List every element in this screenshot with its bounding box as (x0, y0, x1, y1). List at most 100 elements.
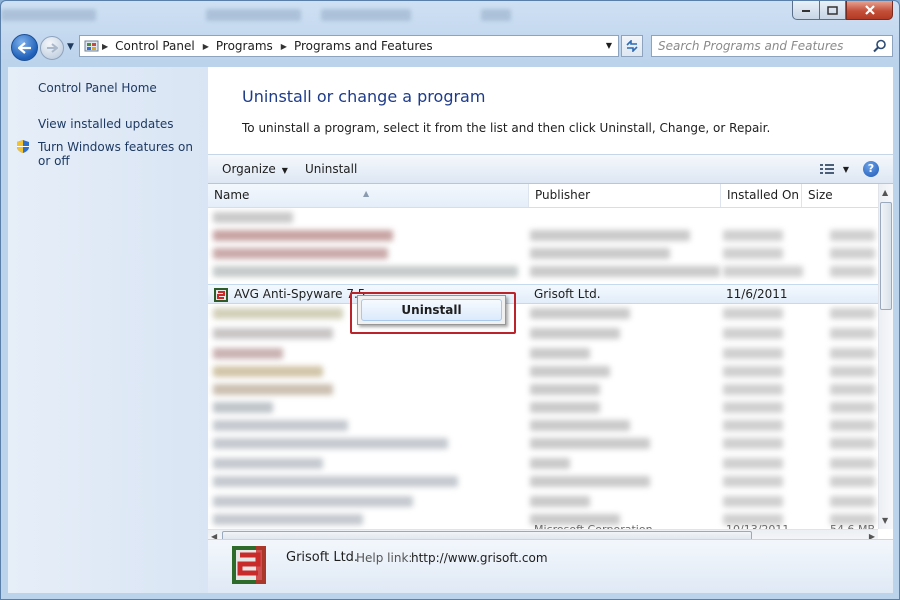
blurred-row (830, 266, 875, 277)
column-installed-on[interactable]: Installed On (721, 184, 802, 207)
blurred-row (830, 420, 875, 431)
blurred-row (530, 476, 650, 487)
blurred-row (723, 476, 783, 487)
breadcrumb-separator-icon[interactable]: ▶ (281, 42, 287, 51)
blurred-row (213, 348, 283, 359)
blurred-title (481, 9, 511, 21)
blurred-row (213, 496, 413, 507)
blurred-row (723, 438, 783, 449)
blurred-row (723, 248, 783, 259)
breadcrumb-separator-icon[interactable]: ▶ (203, 42, 209, 51)
blurred-row (530, 496, 590, 507)
blurred-row (830, 308, 875, 319)
blurred-row (213, 476, 458, 487)
details-help-link[interactable]: http://www.grisoft.com (411, 551, 548, 565)
blurred-row (530, 328, 620, 339)
refresh-button[interactable] (621, 35, 643, 57)
program-list[interactable]: AVG Anti-Spyware 7.5 Grisoft Ltd. 11/6/2… (208, 208, 878, 584)
minimize-button[interactable] (792, 1, 820, 20)
column-size[interactable]: Size (802, 184, 878, 207)
program-name: AVG Anti-Spyware 7.5 (234, 287, 366, 301)
views-icon[interactable] (819, 163, 835, 175)
views-dropdown-icon[interactable]: ▼ (843, 165, 849, 174)
page-description: To uninstall a program, select it from t… (242, 121, 771, 135)
avg-app-icon (214, 288, 228, 302)
table-row-selected[interactable]: AVG Anti-Spyware 7.5 Grisoft Ltd. 11/6/2… (208, 284, 878, 304)
program-publisher: Grisoft Ltd. (534, 287, 601, 301)
organize-button[interactable]: Organize ▼ (222, 162, 288, 176)
blurred-row (530, 384, 600, 395)
back-arrow-icon (17, 41, 31, 54)
maximize-icon (827, 5, 838, 15)
chevron-down-icon: ▼ (281, 166, 288, 175)
address-dropdown-icon[interactable]: ▼ (606, 41, 612, 50)
blurred-row (723, 230, 783, 241)
vertical-scrollbar[interactable]: ▲ ▼ (878, 184, 893, 529)
blurred-row (723, 384, 783, 395)
blurred-row (213, 458, 323, 469)
blurred-row (723, 266, 803, 277)
vertical-scroll-thumb[interactable] (880, 202, 892, 310)
blurred-row (723, 348, 783, 359)
search-input[interactable]: Search Programs and Features (651, 35, 893, 57)
close-button[interactable] (846, 1, 893, 20)
title-bar (1, 1, 899, 31)
breadcrumb-programs[interactable]: Programs (216, 39, 273, 53)
blurred-row (723, 458, 783, 469)
minimize-icon (802, 10, 810, 12)
blurred-row (213, 438, 448, 449)
blurred-row (830, 328, 875, 339)
column-installed-on-label: Installed On (727, 188, 799, 202)
forward-button[interactable] (40, 36, 64, 60)
blurred-row (830, 438, 875, 449)
blurred-title (1, 9, 96, 21)
history-dropdown-icon[interactable]: ▼ (67, 42, 74, 52)
breadcrumb-separator-icon[interactable]: ▶ (102, 42, 108, 51)
column-name[interactable]: ▲ Name (208, 184, 529, 207)
turn-windows-features-link[interactable]: Turn Windows features on or off (38, 140, 203, 168)
view-installed-updates-link[interactable]: View installed updates (38, 117, 174, 131)
blurred-row (213, 266, 518, 277)
blurred-row (723, 402, 783, 413)
blurred-row (530, 438, 650, 449)
shield-icon (17, 140, 29, 153)
blurred-row (213, 402, 273, 413)
column-name-label: Name (214, 188, 250, 202)
close-icon (864, 5, 875, 15)
blurred-row (830, 366, 875, 377)
breadcrumb-control-panel[interactable]: Control Panel (115, 39, 195, 53)
breadcrumb-programs-and-features[interactable]: Programs and Features (294, 39, 433, 53)
column-size-label: Size (808, 188, 833, 202)
control-panel-home-link[interactable]: Control Panel Home (38, 81, 157, 95)
blurred-row (723, 308, 783, 319)
search-icon[interactable] (873, 39, 887, 53)
details-help-label: Help link: (356, 551, 413, 565)
blurred-row (530, 458, 570, 469)
highlight-box (350, 292, 516, 334)
main-content: Uninstall or change a program To uninsta… (208, 67, 893, 593)
task-pane: Control Panel Home View installed update… (8, 67, 208, 593)
blurred-row (530, 266, 720, 277)
maximize-button[interactable] (819, 1, 846, 20)
details-pane: Grisoft Ltd. Help link: http://www.griso… (208, 539, 893, 593)
scroll-down-icon[interactable]: ▼ (882, 516, 888, 525)
blurred-row (213, 248, 388, 259)
back-button[interactable] (11, 34, 38, 61)
sort-ascending-icon: ▲ (363, 189, 370, 198)
control-panel-icon (84, 40, 99, 52)
refresh-icon (626, 40, 638, 52)
blurred-row (530, 230, 690, 241)
uninstall-toolbar-button[interactable]: Uninstall (305, 162, 357, 176)
blurred-row (830, 248, 875, 259)
blurred-row (213, 230, 393, 241)
column-publisher[interactable]: Publisher (529, 184, 721, 207)
help-button[interactable]: ? (863, 161, 879, 177)
blurred-row (213, 212, 293, 223)
help-icon: ? (867, 162, 875, 175)
blurred-row (830, 384, 875, 395)
scroll-up-icon[interactable]: ▲ (882, 188, 888, 197)
blurred-row (723, 328, 783, 339)
forward-arrow-icon (47, 43, 58, 53)
blurred-row (830, 496, 875, 507)
address-bar[interactable]: ▶ Control Panel ▶ Programs ▶ Programs an… (79, 35, 619, 57)
